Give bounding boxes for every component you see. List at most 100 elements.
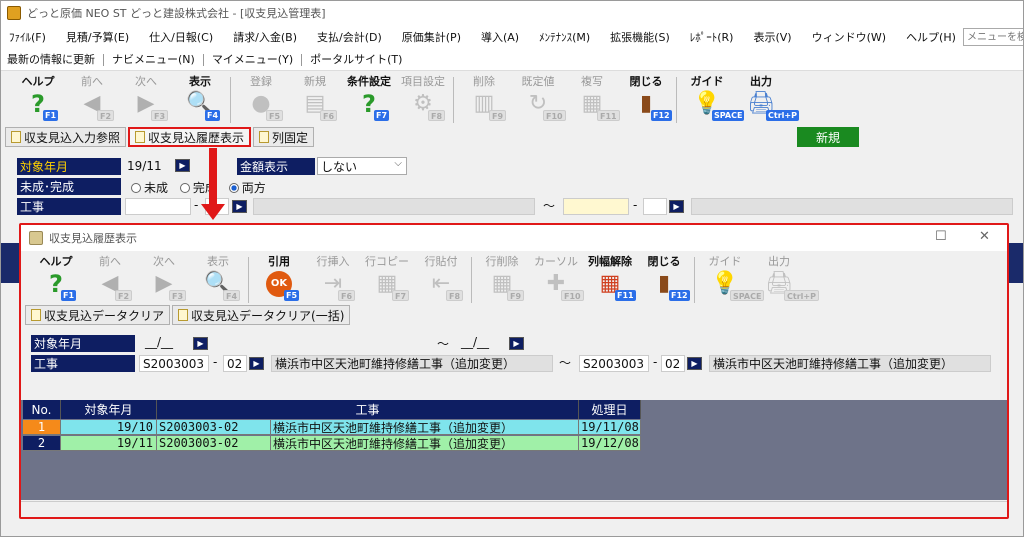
menu-setup[interactable]: 導入(A): [471, 29, 529, 45]
toolbar-button-question[interactable]: ヘルプ? F1: [29, 255, 83, 305]
construction-code-to-input[interactable]: [563, 198, 629, 215]
my-menu-link[interactable]: マイメニュー(Y): [212, 53, 303, 66]
menu-window[interactable]: ウィンドウ(W): [802, 29, 896, 45]
code-to-picker-button[interactable]: ▶: [687, 357, 702, 370]
tab-income-history[interactable]: 収支見込履歴表示: [128, 127, 252, 147]
shortcut-key-badge: F2: [97, 110, 115, 121]
toolbar-button-question[interactable]: ヘルプ? F1: [11, 75, 65, 125]
construction-to-picker-button[interactable]: ▶: [669, 200, 684, 213]
menu-cost[interactable]: 原価集計(P): [392, 29, 471, 45]
name-to: 横浜市中区天池町維持修繕工事（追加変更）: [709, 355, 991, 372]
radio-circle: [228, 183, 239, 193]
navi-menu-link[interactable]: ナビメニュー(N): [112, 53, 204, 66]
toolbar-label: 表示: [207, 255, 229, 268]
toolbar-label: 閉じる: [647, 255, 681, 268]
code-from-input[interactable]: S2003003: [139, 355, 209, 372]
toolbar-separator: [453, 77, 454, 123]
target-month-picker-button[interactable]: ▶: [175, 159, 190, 172]
menu-search-input[interactable]: [963, 28, 1023, 46]
construction-from-picker-button[interactable]: ▶: [232, 200, 247, 213]
dash-separator: -: [194, 198, 199, 212]
toolbar-button-door[interactable]: 閉じる ▮ F12: [637, 255, 691, 305]
tab-freeze-columns[interactable]: 列固定: [253, 127, 315, 147]
toolbar-label: 出力: [750, 75, 772, 88]
toolbar-button-row-copy[interactable]: 行コピー ▦ F7: [360, 255, 414, 305]
row-date: 19/12/08: [579, 436, 641, 451]
construction-label: 工事: [17, 198, 121, 215]
amount-display-select[interactable]: しない ⌵: [317, 157, 407, 175]
history-grid: No. 対象年月 工事 処理日 1 19/10 S2003003-02 横浜市中…: [21, 400, 1007, 500]
tab-income-entry[interactable]: 収支見込入力参照: [5, 127, 127, 147]
menu-view[interactable]: 表示(V): [743, 29, 801, 45]
toolbar-button-arrow-left[interactable]: 前へ ◀ F2: [83, 255, 137, 305]
branch-to-input[interactable]: 02: [661, 355, 685, 372]
toolbar-button-row-paste[interactable]: 行貼付 ⇤ F8: [414, 255, 468, 305]
toolbar-label: 削除: [473, 75, 495, 88]
clear-data-bulk-button[interactable]: 収支見込データクリア(一括): [172, 305, 351, 325]
month-from-picker-button[interactable]: ▶: [193, 337, 208, 350]
menu-payment[interactable]: 支払/会計(D): [307, 29, 392, 45]
menu-billing[interactable]: 請求/入金(B): [223, 29, 307, 45]
toolbar-button-arrow-right[interactable]: 次へ ▶ F3: [137, 255, 191, 305]
toolbar-button-magnifier[interactable]: 表示 🔍 F4: [173, 75, 227, 125]
radio-circle: [179, 183, 190, 193]
toolbar-button-arrow-right[interactable]: 次へ ▶ F3: [119, 75, 173, 125]
shortcut-key-badge: F8: [446, 290, 464, 301]
toolbar-button-arrow-left[interactable]: 前へ ◀ F2: [65, 75, 119, 125]
toolbar-button-printer[interactable]: 出力 🖨 Ctrl+P: [734, 75, 799, 125]
menu-help[interactable]: ヘルプ(H): [896, 29, 966, 45]
menu-purchase[interactable]: 仕入/日報(C): [139, 29, 223, 45]
toolbar-button-refresh[interactable]: 既定値 ↻ F10: [511, 75, 566, 125]
close-icon[interactable]: ✕: [979, 229, 990, 244]
grid-header-month[interactable]: 対象年月: [61, 400, 157, 419]
toolbar-button-door[interactable]: 閉じる ▮ F12: [619, 75, 673, 125]
toolbar-button-row-delete[interactable]: 行削除 ▦ F9: [475, 255, 529, 305]
toolbar-button-trash[interactable]: 削除 ▥ F9: [457, 75, 511, 125]
range-tilde: ～: [543, 199, 556, 213]
menu-maintenance[interactable]: ﾒﾝﾃﾅﾝｽ(M): [529, 29, 600, 45]
construction-code-from-input[interactable]: [125, 198, 191, 215]
toolbar-button-printer[interactable]: 出力 🖨 Ctrl+P: [752, 255, 819, 305]
refresh-link[interactable]: 最新の情報に更新: [7, 53, 104, 66]
grid-header-date[interactable]: 処理日: [579, 400, 641, 419]
toolbar-button-copy[interactable]: 複写 ▦ F11: [565, 75, 620, 125]
toolbar-button-condition[interactable]: 条件設定? F7: [342, 75, 396, 125]
toolbar-separator: [694, 257, 695, 303]
row-number: 1: [23, 420, 61, 435]
toolbar-button-magnifier[interactable]: 表示 🔍 F4: [191, 255, 245, 305]
toolbar-button-gear[interactable]: 項目設定 ⚙ F8: [396, 75, 450, 125]
toolbar-button-cursor[interactable]: カーソル ✚ F10: [529, 255, 584, 305]
toolbar-button-row-insert[interactable]: 行挿入 ⇥ F6: [306, 255, 360, 305]
toolbar-button-lightbulb[interactable]: ガイド 💡 SPACE: [680, 75, 745, 125]
month-from-input[interactable]: __/__: [145, 335, 173, 349]
radio-incomplete[interactable]: 未成: [131, 181, 168, 195]
maximize-icon[interactable]: ☐: [935, 229, 947, 244]
portal-site-link[interactable]: ポータルサイト(T): [310, 53, 410, 66]
toolbar-button-ok[interactable]: 引用 OK F5: [252, 255, 306, 305]
month-to-input[interactable]: __/__: [461, 335, 489, 349]
menu-estimate[interactable]: 見積/予算(E): [56, 29, 139, 45]
toolbar-button-new-doc[interactable]: 新規 ▤ F6: [288, 75, 342, 125]
document-icon: [178, 309, 189, 321]
toolbar-label: 列幅解除: [588, 255, 632, 268]
menu-report[interactable]: ﾚﾎﾟｰﾄ(R): [680, 29, 744, 45]
toolbar-button-column-width[interactable]: 列幅解除 ▦ F11: [583, 255, 637, 305]
toolbar-separator: [676, 77, 677, 123]
code-from-picker-button[interactable]: ▶: [249, 357, 264, 370]
menu-file[interactable]: ﾌｧｲﾙ(F): [5, 29, 56, 45]
grid-header-construction[interactable]: 工事: [157, 400, 579, 419]
code-to-input[interactable]: S2003003: [579, 355, 649, 372]
app-icon: [7, 6, 21, 20]
menu-extensions[interactable]: 拡張機能(S): [600, 29, 680, 45]
branch-from-input[interactable]: 02: [223, 355, 247, 372]
month-to-picker-button[interactable]: ▶: [509, 337, 524, 350]
toolbar-button-ok[interactable]: 登録 ● F5: [234, 75, 288, 125]
toolbar-button-lightbulb[interactable]: ガイド 💡 SPACE: [698, 255, 765, 305]
clear-data-button[interactable]: 収支見込データクリア: [25, 305, 171, 325]
radio-both[interactable]: 両方: [228, 181, 266, 195]
chevron-down-icon: ⌵: [394, 158, 402, 169]
window-title: どっと原価 NEO ST どっと建設株式会社 - [収支見込管理表]: [27, 7, 326, 20]
grid-header-no[interactable]: No.: [23, 400, 61, 419]
construction-branch-to-input[interactable]: [643, 198, 667, 215]
shortcut-key-badge: F7: [374, 110, 390, 121]
